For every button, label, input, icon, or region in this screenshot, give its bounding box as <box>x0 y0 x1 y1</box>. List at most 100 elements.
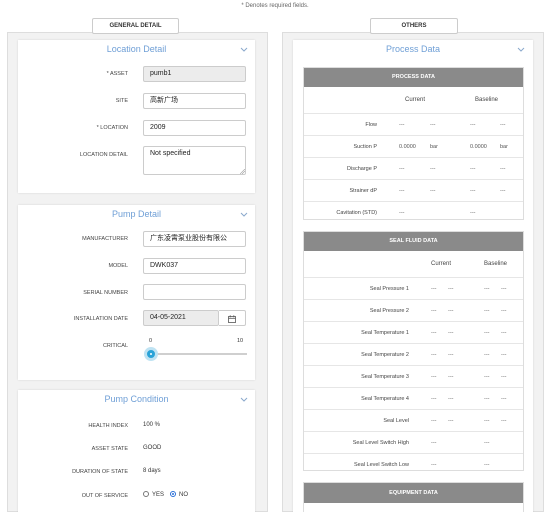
process-data-table: PROCESS DATA Current Baseline Flow --- ---… <box>303 67 524 220</box>
cell-c1: --- <box>431 396 437 402</box>
required-fields-note: * Denotes required fields. <box>241 3 309 9</box>
cell-b2: --- <box>500 166 506 172</box>
cell-c1: 0.0000 <box>399 144 416 150</box>
out-of-service-no-label: NO <box>179 492 188 498</box>
location-detail-card: Location Detail * ASSET pumb1 SITE 高新广场 … <box>18 40 255 193</box>
cell-b2: --- <box>500 188 506 194</box>
asset-state-label: ASSET STATE <box>91 446 128 452</box>
cell-c1: --- <box>399 122 405 128</box>
duration-of-state-value: 8 days <box>143 468 161 474</box>
cell-c1: --- <box>399 166 405 172</box>
table-row: Seal Temperature 3 --- --- --- --- <box>304 365 523 387</box>
location-field[interactable]: 2009 <box>143 120 246 136</box>
location-detail-label: LOCATION DETAIL <box>79 152 128 158</box>
cell-b2: --- <box>501 286 507 292</box>
row-label: Seal Level <box>383 418 409 424</box>
installation-date-field[interactable]: 04-05-2021 <box>143 310 219 326</box>
chevron-down-icon[interactable] <box>517 47 525 53</box>
table-row: Seal Temperature 1 --- --- --- --- <box>304 321 523 343</box>
seal-fluid-data-header: SEAL FLUID DATA <box>304 232 523 251</box>
critical-slider-track[interactable] <box>151 353 247 355</box>
cell-b1: --- <box>484 330 490 336</box>
row-label: Seal Temperature 2 <box>361 352 409 358</box>
row-label: Seal Pressure 2 <box>369 308 409 314</box>
row-label: Cavitation (STD) <box>336 210 377 216</box>
cell-c1: --- <box>431 286 437 292</box>
cell-c1: --- <box>431 352 437 358</box>
chevron-down-icon[interactable] <box>240 47 248 53</box>
installation-date-label: INSTALLATION DATE <box>73 316 128 322</box>
cell-b1: --- <box>484 352 490 358</box>
seal-current-header: Current <box>431 261 452 267</box>
cell-c2: bar <box>430 144 438 150</box>
asset-state-value: GOOD <box>143 445 162 451</box>
cell-b2: --- <box>501 352 507 358</box>
table-row: Seal Level Switch Low --- --- <box>304 453 523 475</box>
cell-b2: --- <box>501 330 507 336</box>
cell-b2: bar <box>500 144 508 150</box>
cell-c1: --- <box>431 308 437 314</box>
cell-b1: --- <box>484 308 490 314</box>
cell-b2: --- <box>500 122 506 128</box>
cell-b1: --- <box>484 396 490 402</box>
cell-b2: --- <box>501 308 507 314</box>
resize-handle-icon[interactable] <box>240 169 245 174</box>
cell-c1: --- <box>431 440 437 446</box>
row-label: Strainer dP <box>349 188 377 194</box>
serial-number-field[interactable] <box>143 284 246 300</box>
process-current-header: Current <box>405 97 426 103</box>
cell-c2: --- <box>448 396 454 402</box>
table-row: Seal Level --- --- --- --- <box>304 409 523 431</box>
location-detail-title: Location Detail <box>106 44 167 54</box>
equipment-data-table: EQUIPMENT DATA <box>303 482 524 512</box>
cell-b1: --- <box>484 440 490 446</box>
critical-slider-handle[interactable] <box>144 347 158 361</box>
row-label: Suction P <box>353 144 377 150</box>
chevron-down-icon[interactable] <box>240 212 248 218</box>
date-picker-button[interactable] <box>219 310 246 326</box>
cell-c1: --- <box>399 210 405 216</box>
cell-b1: --- <box>470 122 476 128</box>
site-label: SITE <box>115 98 128 104</box>
cell-c2: --- <box>430 166 436 172</box>
critical-min-label: 0 <box>149 338 153 344</box>
cell-c1: --- <box>431 374 437 380</box>
row-label: Discharge P <box>347 166 377 172</box>
chevron-down-icon[interactable] <box>240 397 248 403</box>
equipment-data-header: EQUIPMENT DATA <box>304 483 523 503</box>
serial-number-label: SERIAL NUMBER <box>83 290 128 296</box>
manufacturer-label: MANUFACTURER <box>82 236 128 242</box>
row-label: Seal Pressure 1 <box>369 286 409 292</box>
out-of-service-yes-radio[interactable] <box>143 491 149 497</box>
site-field[interactable]: 高新广场 <box>143 93 246 109</box>
cell-b1: --- <box>484 286 490 292</box>
table-row: Strainer dP --- --- --- --- <box>304 179 523 201</box>
cell-c2: --- <box>430 122 436 128</box>
cell-c2: --- <box>448 418 454 424</box>
critical-max-label: 10 <box>237 338 244 344</box>
asset-field[interactable]: pumb1 <box>143 66 246 82</box>
table-row: Seal Temperature 4 --- --- --- --- <box>304 387 523 409</box>
tab-others[interactable]: OTHERS <box>370 18 458 34</box>
out-of-service-no-radio[interactable] <box>170 491 176 497</box>
cell-c2: --- <box>448 286 454 292</box>
calendar-icon <box>228 315 236 323</box>
table-row: Seal Pressure 1 --- --- --- --- <box>304 277 523 299</box>
location-detail-field[interactable]: Not specified <box>143 146 246 175</box>
table-row: Cavitation (STD) --- --- <box>304 201 523 223</box>
model-field[interactable]: DWK037 <box>143 258 246 274</box>
pump-condition-card: Pump Condition HEALTH INDEX 100 % ASSET … <box>18 390 255 512</box>
cell-b1: --- <box>470 210 476 216</box>
out-of-service-yes-label: YES <box>152 492 165 498</box>
cell-c2: --- <box>430 188 436 194</box>
cell-c1: --- <box>431 462 437 468</box>
cell-b1: --- <box>470 166 476 172</box>
pump-condition-title: Pump Condition <box>104 394 169 404</box>
tab-general-detail[interactable]: GENERAL DETAIL <box>92 18 179 34</box>
row-label: Seal Temperature 3 <box>361 374 409 380</box>
row-label: Seal Level Switch Low <box>353 462 409 468</box>
cell-c2: --- <box>448 308 454 314</box>
process-data-title: Process Data <box>385 44 441 54</box>
table-row: Seal Level Switch High --- --- <box>304 431 523 453</box>
manufacturer-field[interactable]: 广东凌霄泵业股份有限公 <box>143 231 246 247</box>
